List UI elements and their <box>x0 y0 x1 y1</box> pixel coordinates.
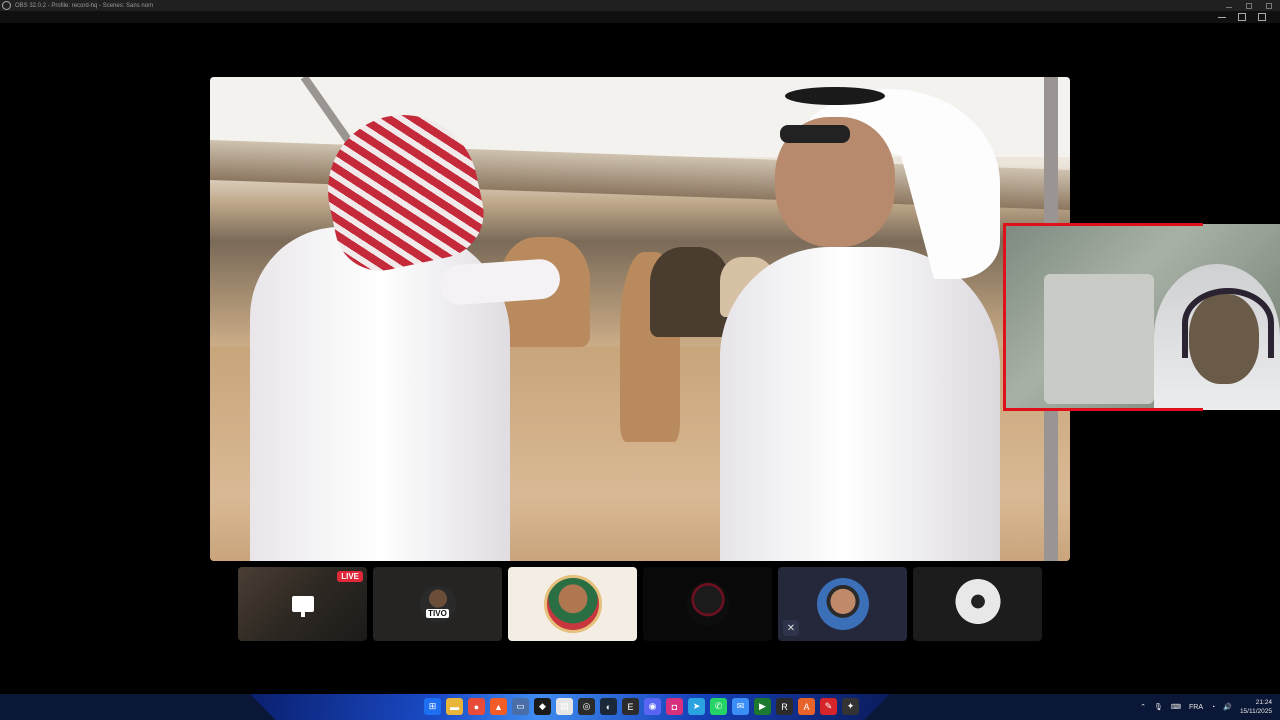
participant-strip: LIVE TIVO ✕ <box>238 567 1042 641</box>
window-controls <box>1226 0 1272 11</box>
notepad-icon[interactable]: ▤ <box>556 698 573 715</box>
live-badge: LIVE <box>337 571 363 582</box>
game-launcher-icon[interactable]: ✦ <box>842 698 859 715</box>
maximize-button[interactable] <box>1246 2 1252 9</box>
steam-icon[interactable]: ◐ <box>600 698 617 715</box>
webcam-frame <box>1003 223 1203 411</box>
telegram-icon[interactable]: ➤ <box>688 698 705 715</box>
taskbar-apps: ⊞ ▬ ● ▲ ▭ ◆ ▤ ◎ ◐ E ◉ ◘ ➤ ✆ ✉ ▶ R A ✎ ✦ <box>424 698 859 715</box>
sunglasses <box>780 125 850 143</box>
avatar-skull <box>952 579 1003 629</box>
chevron-up-icon[interactable]: ⌃ <box>1140 703 1146 711</box>
whatsapp-icon[interactable]: ✆ <box>710 698 727 715</box>
participant-tile-dark[interactable] <box>643 567 772 641</box>
obs-app-icon <box>2 1 11 10</box>
person-left-arm <box>438 257 562 307</box>
keyboard-icon[interactable]: ⌨ <box>1171 703 1181 711</box>
person-right <box>720 247 1000 561</box>
gamepass-icon[interactable]: ▶ <box>754 698 771 715</box>
epic-icon[interactable]: E <box>622 698 639 715</box>
instagram-icon[interactable]: ◘ <box>666 698 683 715</box>
wifi-icon[interactable]: ◔ <box>1211 704 1215 711</box>
close-button[interactable] <box>1266 2 1272 9</box>
file-explorer-icon[interactable]: ▬ <box>446 698 463 715</box>
discord-icon[interactable]: ◉ <box>644 698 661 715</box>
avatar-dark <box>685 582 730 626</box>
language-indicator[interactable]: FRA <box>1189 704 1203 711</box>
obs-icon[interactable]: ◎ <box>578 698 595 715</box>
projector-minimize-button[interactable] <box>1218 13 1226 18</box>
chrome-icon[interactable]: ● <box>468 698 485 715</box>
camel <box>650 247 730 337</box>
clock[interactable]: 21:24 15/11/2025 <box>1240 698 1272 716</box>
microphone-icon[interactable]: 🎙 <box>1154 703 1163 711</box>
acrobat-icon[interactable]: ✎ <box>820 698 837 715</box>
projector-bar <box>0 11 1280 23</box>
clock-time: 21:24 <box>1255 699 1272 706</box>
volume-icon[interactable]: 🔊 <box>1223 703 1232 711</box>
participant-tile-screen-share[interactable]: LIVE <box>238 567 367 641</box>
avatar-label: TIVO <box>426 608 449 618</box>
desktop-icon[interactable]: ▭ <box>512 698 529 715</box>
brave-icon[interactable]: ▲ <box>490 698 507 715</box>
avatar-tivo: TIVO <box>419 586 456 622</box>
projector-controls <box>1218 13 1266 21</box>
taskbar: ⊞ ▬ ● ▲ ▭ ◆ ▤ ◎ ◐ E ◉ ◘ ➤ ✆ ✉ ▶ R A ✎ ✦ ⌃ 🎙 ⌨ FRA ◔ 🔊 21:24… <box>0 694 1280 720</box>
screenshare-icon <box>291 596 314 617</box>
participant-tile-active-speaker[interactable] <box>508 567 637 641</box>
roblox-icon[interactable]: R <box>776 698 793 715</box>
participant-tile-tivo[interactable]: TIVO <box>373 567 502 641</box>
projector-close-button[interactable] <box>1258 13 1266 21</box>
window-title: OBS 32.0.2 - Profile: record-hq - Scenes… <box>15 2 154 9</box>
participant-tile-skull[interactable] <box>913 567 1042 641</box>
window-title-bar: OBS 32.0.2 - Profile: record-hq - Scenes… <box>0 0 1280 11</box>
messenger-icon[interactable]: ✉ <box>732 698 749 715</box>
participant-tile-glasses[interactable]: ✕ <box>778 567 907 641</box>
office-icon[interactable]: A <box>798 698 815 715</box>
minimize-button[interactable] <box>1226 4 1232 8</box>
system-tray: ⌃ 🎙 ⌨ FRA ◔ 🔊 21:24 15/11/2025 <box>1140 694 1272 720</box>
avatar-glasses <box>816 578 869 630</box>
capcut-icon[interactable]: ◆ <box>534 698 551 715</box>
main-video-feed[interactable] <box>210 77 1070 561</box>
microphone-muted-icon: ✕ <box>783 620 799 636</box>
windows-start-icon[interactable]: ⊞ <box>424 698 441 715</box>
person-right-agal <box>785 87 885 105</box>
projector-maximize-button[interactable] <box>1238 13 1246 21</box>
clock-date: 15/11/2025 <box>1239 708 1272 715</box>
avatar-active-speaker <box>543 575 602 633</box>
